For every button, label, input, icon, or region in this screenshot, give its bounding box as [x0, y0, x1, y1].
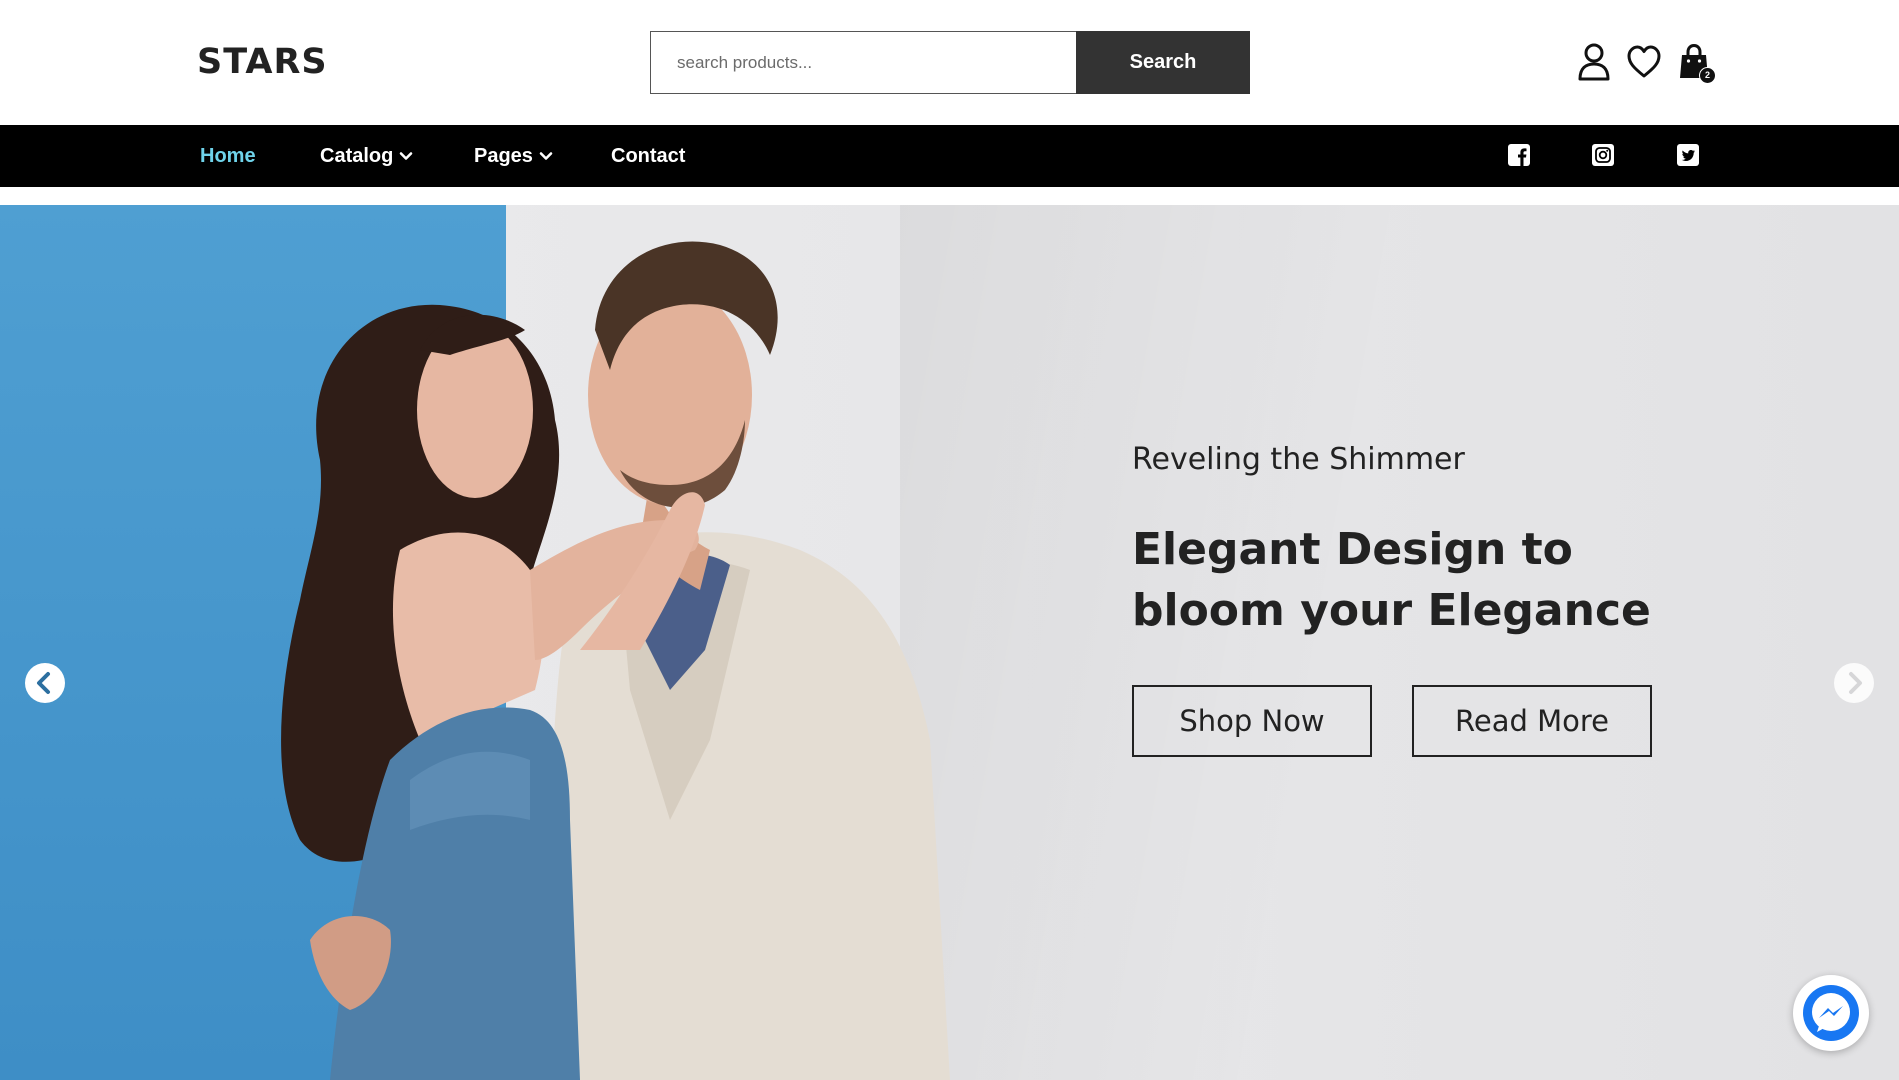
site-logo[interactable]: STARS [197, 42, 328, 82]
slider-next-button[interactable] [1834, 663, 1874, 703]
search-form: Search [650, 31, 1250, 94]
user-icon[interactable] [1576, 42, 1612, 82]
slider-prev-button[interactable] [25, 663, 65, 703]
cart-count-badge: 2 [1699, 67, 1716, 84]
header-actions: 2 [1576, 42, 1716, 84]
nav-item-label: Catalog [320, 145, 394, 167]
nav-item-pages[interactable]: Pages [474, 125, 553, 187]
hero-content: Reveling the Shimmer Elegant Design to b… [1132, 442, 1732, 757]
hero-buttons: Shop Now Read More [1132, 685, 1732, 757]
shopping-bag-icon[interactable]: 2 [1676, 42, 1716, 84]
hero-slider: Reveling the Shimmer Elegant Design to b… [0, 205, 1899, 1080]
read-more-button[interactable]: Read More [1412, 685, 1652, 757]
nav-item-label: Pages [474, 145, 533, 167]
nav-item-label: Contact [611, 145, 686, 167]
main-navigation: Home Catalog Pages Contact [0, 125, 1899, 187]
nav-item-home[interactable]: Home [200, 125, 256, 187]
instagram-icon[interactable] [1591, 143, 1615, 167]
search-input[interactable] [650, 31, 1076, 94]
shop-now-button[interactable]: Shop Now [1132, 685, 1372, 757]
hero-subtitle: Reveling the Shimmer [1132, 442, 1465, 477]
nav-item-catalog[interactable]: Catalog [320, 125, 413, 187]
hero-title: Elegant Design to bloom your Elegance [1132, 524, 1651, 636]
chevron-left-icon [37, 672, 50, 694]
hero-couple-image [281, 241, 950, 1080]
facebook-icon[interactable] [1507, 143, 1531, 167]
site-header: STARS Search 2 [0, 0, 1899, 125]
chevron-down-icon [400, 152, 413, 160]
heart-icon[interactable] [1626, 42, 1662, 82]
nav-item-label: Home [200, 145, 256, 167]
chevron-right-icon [1849, 672, 1862, 694]
nav-item-contact[interactable]: Contact [611, 125, 685, 187]
messenger-icon [1803, 985, 1859, 1041]
messenger-chat-button[interactable] [1793, 975, 1869, 1051]
twitter-icon[interactable] [1676, 143, 1700, 167]
chevron-down-icon [539, 152, 553, 160]
search-button[interactable]: Search [1076, 31, 1250, 94]
